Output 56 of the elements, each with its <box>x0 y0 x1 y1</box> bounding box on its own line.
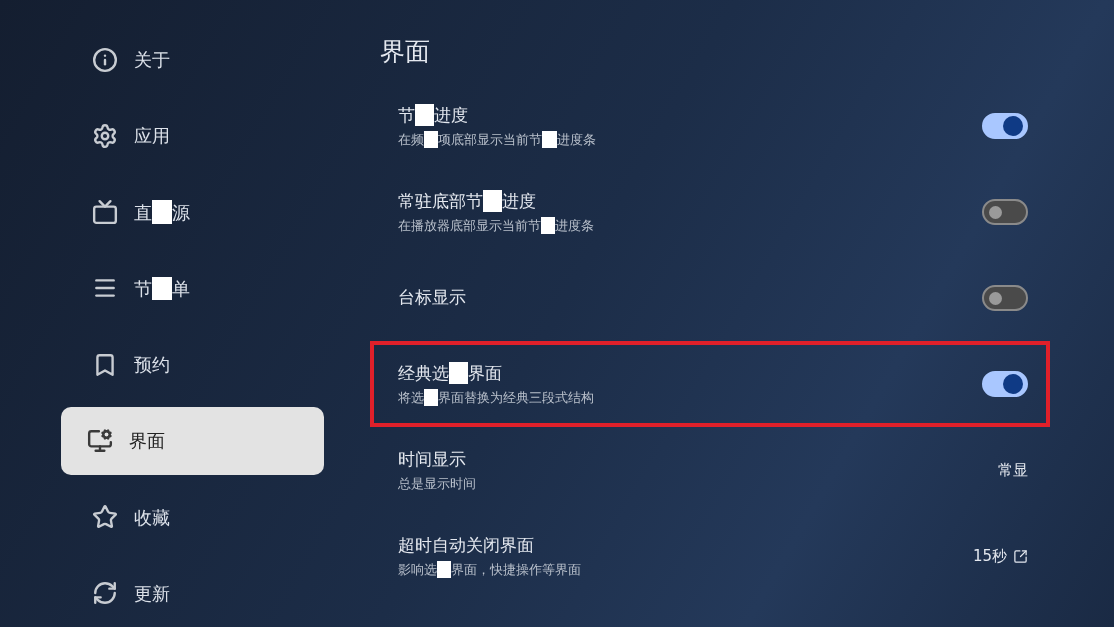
setting-description: 将选 界面替换为经典三段式结构 <box>398 388 595 408</box>
tv-icon <box>92 199 118 226</box>
redaction-block <box>437 561 452 579</box>
redaction-block <box>449 362 468 385</box>
refresh-icon <box>92 580 118 607</box>
setting-title: 超时自动关闭界面 <box>398 533 535 557</box>
redaction-block <box>152 276 172 301</box>
setting-row[interactable]: 时间显示 总是显示时间 常显 <box>370 427 1028 513</box>
setting-value: 15秒 <box>972 545 1007 567</box>
setting-title: 常驻底部节 进度 <box>398 189 537 214</box>
sidebar-item[interactable]: 收藏 <box>61 483 324 551</box>
redaction-block <box>542 131 557 149</box>
monitor-icon <box>87 427 113 454</box>
setting-row[interactable]: 节 进度 在频 项底部显示当前节 进度条 <box>370 83 1028 169</box>
redaction-block <box>483 190 502 213</box>
toggle-switch[interactable] <box>982 113 1028 139</box>
sidebar-item[interactable]: 关于 <box>61 26 324 94</box>
toggle-switch[interactable] <box>982 285 1028 311</box>
sidebar-item[interactable]: 节 单 <box>61 254 324 322</box>
settings-icon <box>92 122 118 149</box>
sidebar-item[interactable]: 界面 <box>61 407 324 475</box>
setting-description: 在播放器底部显示当前节 进度条 <box>398 216 595 236</box>
sidebar-label: 关于 <box>134 48 170 73</box>
redaction-block <box>541 217 556 235</box>
setting-title: 台标显示 <box>398 286 466 310</box>
setting-value: 常显 <box>998 459 1028 481</box>
sidebar-label: 节 单 <box>134 275 190 302</box>
setting-row[interactable]: 常驻底部节 进度 在播放器底部显示当前节 进度条 <box>370 169 1028 255</box>
setting-row[interactable]: 超时自动关闭界面 影响选 界面，快捷操作等界面 15秒 <box>370 513 1028 599</box>
toggle-switch[interactable] <box>982 199 1028 225</box>
sidebar-item[interactable]: 直 源 <box>61 178 324 246</box>
star-icon <box>92 504 118 531</box>
setting-title: 时间显示 <box>398 447 467 471</box>
page-title: 界面 <box>380 36 431 68</box>
sidebar-label: 更新 <box>134 581 170 606</box>
setting-title: 经典选 界面 <box>398 361 503 386</box>
setting-description: 影响选 界面，快捷操作等界面 <box>398 560 582 580</box>
sidebar-item[interactable]: 更新 <box>61 559 324 627</box>
setting-description: 在频 项底部显示当前节 进度条 <box>398 130 596 150</box>
setting-description: 总是显示时间 <box>398 475 476 493</box>
sidebar-item[interactable]: 应用 <box>61 102 324 170</box>
redaction-block <box>415 104 434 127</box>
sidebar-label: 界面 <box>129 429 165 454</box>
sidebar-label: 预约 <box>134 353 170 378</box>
setting-row[interactable]: 经典选 界面 将选 界面替换为经典三段式结构 <box>370 341 1050 427</box>
sidebar-item[interactable]: 预约 <box>61 331 324 399</box>
redaction-block <box>424 131 439 149</box>
redaction-block <box>424 389 439 407</box>
toggle-switch[interactable] <box>982 371 1028 397</box>
sidebar-label: 直 源 <box>134 199 190 226</box>
info-icon <box>92 46 118 73</box>
setting-row[interactable]: 台标显示 <box>370 255 1028 341</box>
sidebar-label: 收藏 <box>134 505 170 530</box>
setting-title: 节 进度 <box>398 103 469 128</box>
redaction-block <box>152 200 172 224</box>
sidebar-label: 应用 <box>134 124 170 149</box>
